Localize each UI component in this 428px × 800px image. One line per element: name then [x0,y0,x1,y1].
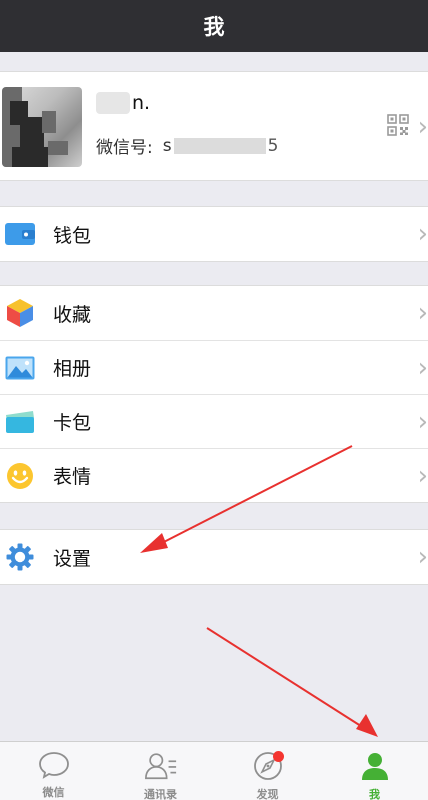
card-package-icon [5,407,35,437]
person-icon [358,751,392,781]
menu-item-label: 设置 [53,547,92,570]
menu-item-label: 钱包 [53,224,92,247]
smiley-icon [5,461,35,491]
chevron-right-icon: › [417,353,428,383]
wechat-id-tail: 5 [267,135,279,156]
menu-item-wallet[interactable]: 钱包 › [0,207,428,261]
wechat-id-row: 微信号: s 5 [96,133,279,159]
profile-name: n. [132,92,151,114]
wechat-id-label: 微信号: [96,138,153,158]
menu-group-main: 收藏 › 相册 › 卡包 › 表情 › [0,285,428,503]
tab-label: 通讯录 [144,788,177,800]
menu-item-settings[interactable]: 设置 › [0,530,428,584]
tab-label: 微信 [42,786,65,799]
wallet-group: 钱包 › [0,206,428,262]
nav-header: 我 [0,0,428,52]
blurred-id-region [173,137,266,154]
tab-label: 发现 [256,788,279,800]
menu-item-label: 相册 [53,358,92,380]
profile-card[interactable]: n. 微信号: s 5 › [0,71,428,181]
favorites-cube-icon [5,298,35,328]
chevron-right-icon: › [417,219,428,249]
tab-label: 我 [369,788,380,800]
chevron-right-icon: › [417,298,428,328]
compass-icon [251,751,285,781]
settings-group: 设置 › [0,529,428,585]
bottom-tab-bar: 微信 通讯录 发现 我 [0,741,428,800]
tab-discover[interactable]: 发现 [214,742,321,800]
contacts-icon [144,751,178,781]
menu-item-label: 卡包 [53,412,92,434]
gear-icon [5,542,35,572]
tab-contacts[interactable]: 通讯录 [107,742,214,800]
menu-item-album[interactable]: 相册 › [0,340,428,394]
tab-chats[interactable]: 微信 [0,742,107,800]
chevron-right-icon: › [417,112,428,142]
album-icon [5,353,35,383]
menu-item-stickers[interactable]: 表情 › [0,448,428,502]
annotation-arrow-me-tab [206,627,378,737]
chat-bubble-icon [37,751,71,779]
menu-item-label: 收藏 [53,303,92,326]
profile-name-row: n. [96,92,150,114]
wechat-id-value: s [162,135,172,156]
avatar[interactable] [2,87,82,167]
wallet-icon [5,219,35,249]
notification-dot [272,751,284,762]
tab-me[interactable]: 我 [321,742,428,800]
menu-item-favorites[interactable]: 收藏 › [0,286,428,340]
page-title: 我 [203,15,225,39]
chevron-right-icon: › [417,542,428,572]
menu-item-card-package[interactable]: 卡包 › [0,394,428,448]
menu-item-label: 表情 [53,466,92,488]
qr-code-icon[interactable] [387,114,409,136]
chevron-right-icon: › [417,461,428,491]
chevron-right-icon: › [417,407,428,437]
blurred-name-region [96,92,130,114]
